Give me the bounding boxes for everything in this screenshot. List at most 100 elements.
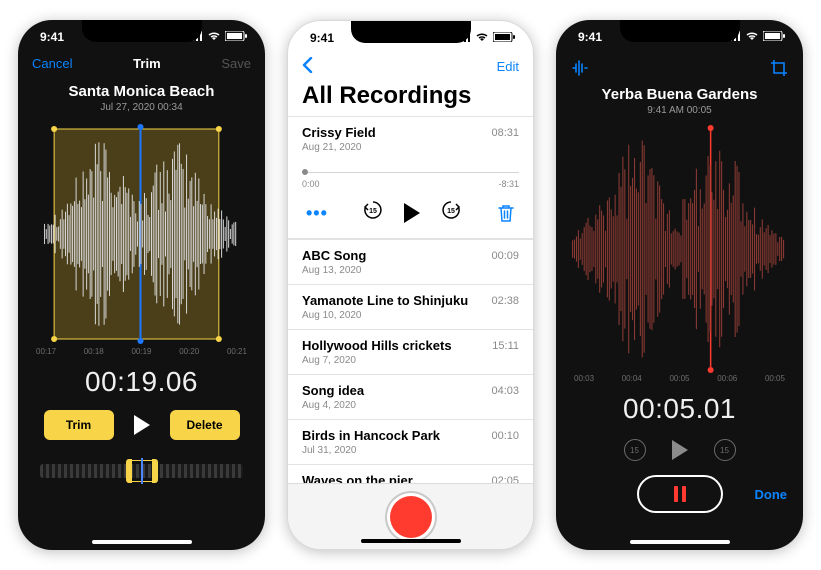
recording-duration: 00:09 [491,250,519,262]
home-indicator[interactable] [92,540,192,544]
tick: 00:05 [765,374,785,383]
scrub-start: 0:00 [302,179,320,189]
tick: 00:21 [227,347,247,356]
delete-button[interactable] [497,203,515,223]
recording-title-block: Santa Monica Beach Jul 27, 2020 00:34 [18,77,265,121]
recording-title: Yerba Buena Gardens [566,86,793,103]
home-indicator[interactable] [361,539,461,543]
playback-controls: ••• 15 15 [288,189,533,239]
recording-row[interactable]: Yamanote Line to Shinjuku Aug 10, 2020 02:… [288,284,533,329]
playback-scrubber[interactable] [302,167,519,177]
scrubber-times: 0:00 -8:31 [288,179,533,189]
status-time: 9:41 [578,30,602,44]
wifi-icon [475,31,489,45]
status-time: 9:41 [310,31,334,45]
battery-icon [493,31,515,45]
recording-subtitle: Jul 27, 2020 00:34 [28,102,255,113]
tick: 00:05 [669,374,689,383]
top-tool-row [556,54,803,80]
waveform-trim-area[interactable] [18,121,265,347]
crop-button[interactable] [769,58,789,78]
skip-back-15-button[interactable]: 15 [624,439,646,461]
nav-title: Trim [133,56,160,71]
recording-date: Aug 7, 2020 [302,355,452,366]
recording-name: Crissy Field [302,125,376,140]
tick: 00:03 [574,374,594,383]
wifi-icon [207,30,221,44]
skip-forward-15-button[interactable]: 15 [714,439,736,461]
recording-name: Hollywood Hills crickets [302,338,452,353]
recording-name: Birds in Hancock Park [302,428,440,443]
tick: 00:17 [36,347,56,356]
scrub-end: -8:31 [498,179,519,189]
delete-button[interactable]: Delete [170,410,240,440]
mini-scrubber[interactable] [40,454,243,484]
cancel-button[interactable]: Cancel [32,56,72,71]
tick: 00:04 [622,374,642,383]
phone-record-screen: 9:41 Yerba Buena Gardens 9:41 AM 00:05 0… [556,20,803,550]
tick: 00:18 [84,347,104,356]
tick: 00:06 [717,374,737,383]
battery-icon [763,30,785,44]
waveform-record-area[interactable] [556,124,803,374]
recording-duration: 15:11 [492,340,519,352]
done-button[interactable]: Done [755,487,788,502]
svg-text:15: 15 [448,208,456,215]
battery-icon [225,30,247,44]
enhance-button[interactable] [570,58,590,78]
tick: 00:20 [179,347,199,356]
back-button[interactable] [302,57,314,76]
recording-row[interactable]: Birds in Hancock Park Jul 31, 2020 00:10 [288,419,533,464]
recording-name: Yamanote Line to Shinjuku [302,293,468,308]
phone-trim-screen: 9:41 Cancel Trim Save Santa Monica Beach… [18,20,265,550]
phone-list-screen: 9:41 Edit All Recordings Crissy Field Au… [287,20,534,550]
recording-name: Song idea [302,383,364,398]
recording-row[interactable]: ABC Song Aug 13, 2020 00:09 [288,239,533,284]
skip-back-15-button[interactable]: 15 [362,199,384,226]
recording-date: Aug 21, 2020 [302,142,376,153]
recording-row[interactable]: Hollywood Hills crickets Aug 7, 2020 15:11 [288,329,533,374]
play-button[interactable] [404,203,420,223]
trim-button[interactable]: Trim [44,410,114,440]
notch [620,20,740,42]
more-options-button[interactable]: ••• [306,209,328,217]
recording-duration: 08:31 [491,127,519,139]
recording-date: Aug 10, 2020 [302,310,468,321]
recording-title-block: Yerba Buena Gardens 9:41 AM 00:05 [556,80,803,124]
timecode: 00:05.01 [556,383,803,433]
home-indicator[interactable] [630,540,730,544]
timecode: 00:19.06 [18,356,265,406]
recording-duration: 00:10 [491,430,519,442]
recording-title: Santa Monica Beach [28,83,255,100]
recording-duration: 02:38 [491,295,519,307]
tick: 00:19 [131,347,151,356]
play-button[interactable] [672,440,688,460]
recording-duration: 04:03 [491,385,519,397]
trim-actions-row: Trim Delete [18,406,265,446]
recording-row[interactable]: Song idea Aug 4, 2020 04:03 [288,374,533,419]
notch [351,21,471,43]
bottom-controls: Done [556,469,803,513]
recording-subtitle: 9:41 AM 00:05 [566,105,793,116]
skip-forward-15-button[interactable]: 15 [440,199,462,226]
status-time: 9:41 [40,30,64,44]
recording-name: ABC Song [302,248,366,263]
recording-date: Aug 13, 2020 [302,265,366,276]
record-button[interactable] [390,496,432,538]
svg-text:15: 15 [370,208,378,215]
timeline-ticks: 00:03 00:04 00:05 00:06 00:05 [556,374,803,383]
wifi-icon [745,30,759,44]
save-button[interactable]: Save [221,56,251,71]
pause-button[interactable] [637,475,723,513]
recording-date: Jul 31, 2020 [302,445,440,456]
recording-date: Aug 4, 2020 [302,400,364,411]
edit-button[interactable]: Edit [497,59,519,74]
play-button[interactable] [134,415,150,435]
timeline-ticks: 00:17 00:18 00:19 00:20 00:21 [18,347,265,356]
recording-row-expanded[interactable]: Crissy Field Aug 21, 2020 08:31 [288,116,533,161]
nav-bar: Edit [288,55,533,82]
playback-controls: 15 15 [556,433,803,469]
nav-bar: Cancel Trim Save [18,54,265,77]
page-title: All Recordings [288,82,533,116]
notch [82,20,202,42]
